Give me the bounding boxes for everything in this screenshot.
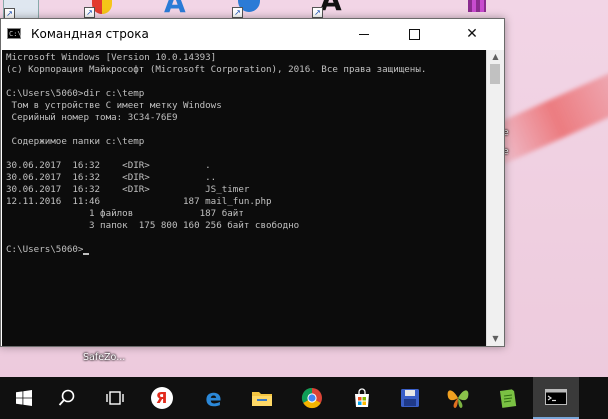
console-line: 3 папок 175 800 160 256 байт свободно xyxy=(6,220,300,231)
desktop-icon-shield[interactable]: ↗ xyxy=(84,0,118,18)
console-line: 30.06.2017 16:32 <DIR> JS_timer xyxy=(6,184,250,195)
desktop-icon-winrar[interactable] xyxy=(460,0,494,18)
store-taskbar-button[interactable] xyxy=(338,377,385,419)
save-disk-icon xyxy=(400,389,419,407)
console-line: C:\Users\5060>dir c:\temp xyxy=(6,88,145,99)
command-prompt-taskbar-button[interactable] xyxy=(533,377,579,419)
desktop-icon-computer[interactable]: ↗ xyxy=(3,0,39,20)
close-icon: ✕ xyxy=(466,26,478,42)
console-line: (c) Корпорация Майкрософт (Microsoft Cor… xyxy=(6,64,427,75)
console-output[interactable]: Microsoft Windows [Version 10.0.14393] (… xyxy=(2,50,487,346)
butterfly-app-icon xyxy=(447,390,468,408)
desktop-shortcut-label[interactable]: SafeZo... xyxy=(83,352,125,363)
yandex-browser-taskbar-button[interactable]: Я xyxy=(138,377,185,419)
search-icon xyxy=(58,389,74,406)
console-line: 12.11.2016 11:46 187 mail_fun.php xyxy=(6,196,272,207)
console-prompt-line[interactable]: C:\Users\5060> xyxy=(6,244,487,256)
maximize-button[interactable] xyxy=(394,19,434,50)
save-disk-taskbar-button[interactable] xyxy=(386,377,433,419)
console-line: Содержимое папки c:\temp xyxy=(6,136,145,147)
edge-icon: e xyxy=(205,384,222,412)
close-button[interactable]: ✕ xyxy=(452,19,492,50)
vertical-scrollbar[interactable]: ▲ ▼ xyxy=(486,50,504,346)
scrollbar-thumb[interactable] xyxy=(490,64,500,84)
taskbar-search-button[interactable] xyxy=(43,377,90,419)
console-line: 1 файлов 187 байт xyxy=(6,208,244,219)
console-prompt: C:\Users\5060> xyxy=(6,244,84,255)
butterfly-app-taskbar-button[interactable] xyxy=(434,377,481,419)
console-line: Microsoft Windows [Version 10.0.14393] xyxy=(6,52,217,63)
desktop-icon-app[interactable]: ↗ xyxy=(232,0,266,18)
shortcut-arrow-icon: ↗ xyxy=(312,7,323,18)
task-view-button[interactable] xyxy=(91,377,138,419)
windows-start-icon xyxy=(15,390,32,406)
store-icon xyxy=(354,388,369,407)
minimize-button[interactable] xyxy=(344,19,384,50)
yandex-browser-icon: Я xyxy=(150,387,173,409)
maximize-icon xyxy=(408,28,420,40)
command-prompt-app-icon: C:\ xyxy=(7,28,22,39)
file-explorer-icon xyxy=(251,392,272,406)
scroll-down-arrow-icon[interactable]: ▼ xyxy=(487,332,504,346)
command-prompt-window[interactable]: C:\ Командная строка ✕ Microsoft Windows… xyxy=(0,18,505,347)
command-prompt-icon xyxy=(545,389,567,405)
notepad-app-taskbar-button[interactable] xyxy=(484,377,531,419)
scroll-up-arrow-icon[interactable]: ▲ xyxy=(487,50,504,64)
chrome-taskbar-button[interactable] xyxy=(288,377,335,419)
desktop-icon-font[interactable]: A xyxy=(160,0,194,19)
edge-taskbar-button[interactable]: e xyxy=(190,377,237,419)
window-titlebar[interactable]: C:\ Командная строка ✕ xyxy=(1,19,504,50)
console-line: Серийный номер тома: 3C34-76E9 xyxy=(6,112,178,123)
minimize-icon xyxy=(359,33,369,35)
file-explorer-taskbar-button[interactable] xyxy=(238,377,285,419)
console-line: Том в устройстве C имеет метку Windows xyxy=(6,100,222,111)
start-button[interactable] xyxy=(0,377,47,419)
window-title: Командная строка xyxy=(31,27,149,41)
shortcut-arrow-icon: ↗ xyxy=(84,7,95,18)
notepad-app-icon xyxy=(499,389,516,408)
console-line: 30.06.2017 16:32 <DIR> . xyxy=(6,160,211,171)
desktop-icon-font-a[interactable]: A ↗ xyxy=(312,0,346,18)
console-line: 30.06.2017 16:32 <DIR> .. xyxy=(6,172,217,183)
text-cursor xyxy=(83,253,90,255)
task-view-icon xyxy=(105,391,124,405)
taskbar: Я e xyxy=(0,377,608,419)
shortcut-arrow-icon: ↗ xyxy=(232,7,243,18)
chrome-icon xyxy=(301,387,322,409)
